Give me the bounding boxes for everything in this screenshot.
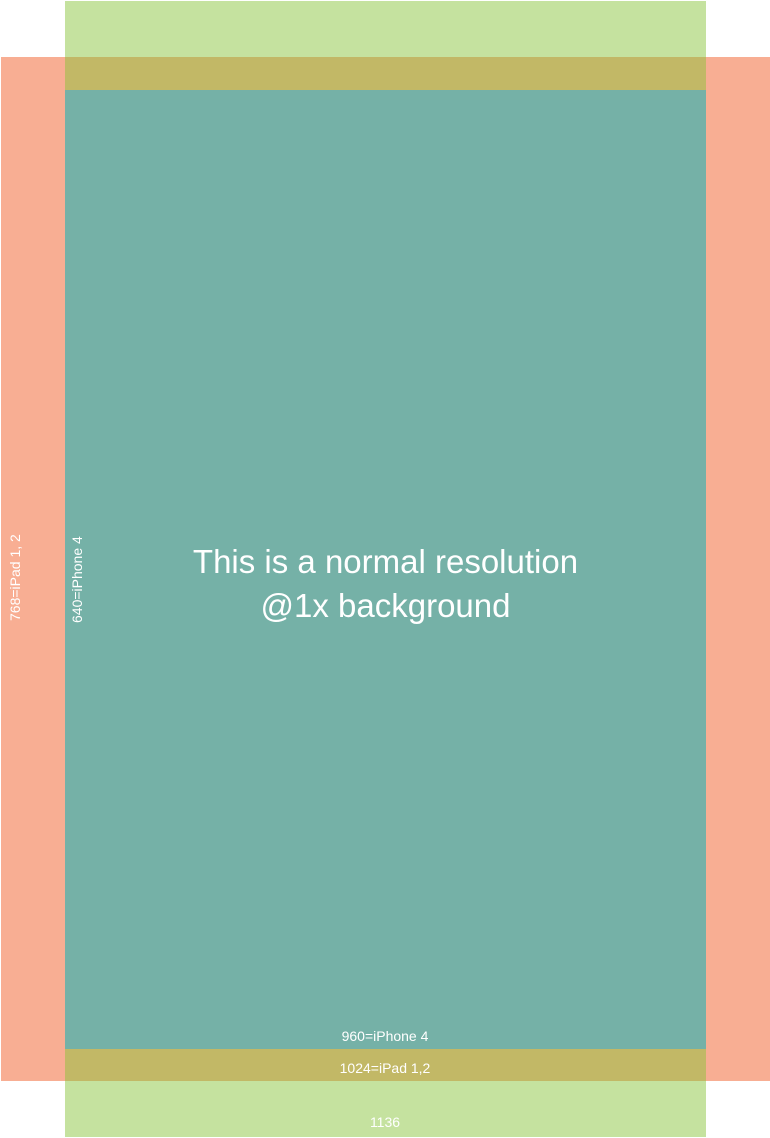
ipad-height-label: 1024=iPad 1,2 [339, 1060, 431, 1076]
iphone5-height-label: 1136 [369, 1114, 401, 1130]
resolution-guide-canvas: 768=iPad 1, 2 640=iPhone 4 This is a nor… [0, 0, 770, 1138]
headline: This is a normal resolution @1x backgrou… [65, 540, 706, 628]
ipad-width-label: 768=iPad 1, 2 [7, 534, 23, 621]
headline-line-1: This is a normal resolution [192, 543, 579, 580]
iphone4-height-label: 960=iPhone 4 [341, 1028, 429, 1044]
headline-line-2: @1x background [260, 587, 511, 624]
